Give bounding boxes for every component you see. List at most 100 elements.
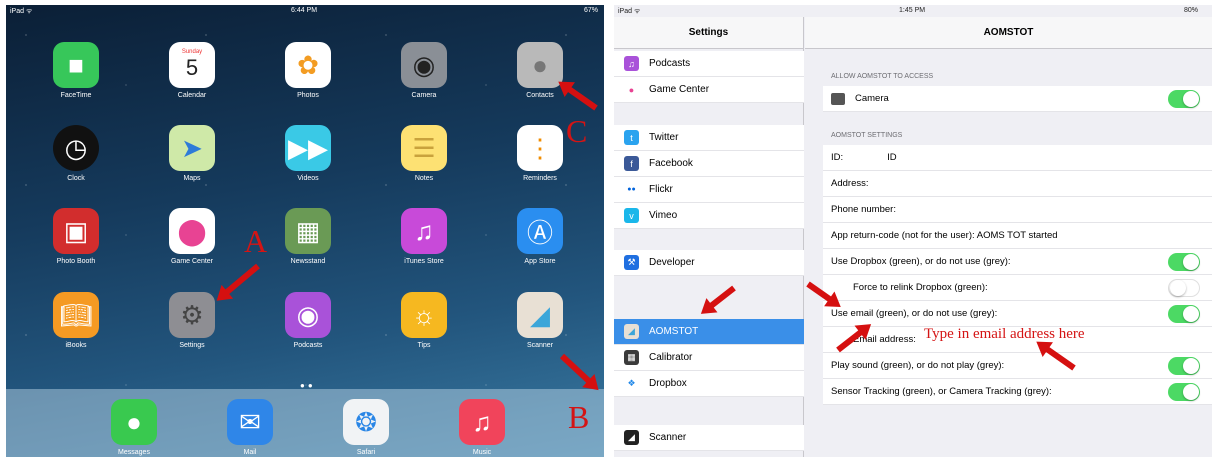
dropbox-use-toggle[interactable] (1168, 253, 1200, 271)
videos-icon: ▶▶ (285, 125, 331, 171)
sidebar-item-flickr[interactable]: ●● Flickr (614, 177, 804, 203)
sidebar-item-dropbox[interactable]: ❖ Dropbox (614, 371, 804, 397)
app-label: Tips (417, 342, 431, 349)
detail-title: AOMSTOT (805, 17, 1212, 49)
app-videos[interactable]: ▶▶ Videos (268, 125, 348, 182)
dropbox-relink-row: Force to relink Dropbox (green): (823, 275, 1212, 301)
dropbox-relink-toggle[interactable] (1168, 279, 1200, 297)
status-bar: iPad ᯤ 6:44 PM 67% (6, 5, 604, 17)
sidebar-item-aomstot[interactable]: ◢ AOMSTOT (614, 319, 804, 345)
app-label: Podcasts (293, 342, 323, 349)
app-game-center[interactable]: ⬤ Game Center (152, 208, 232, 265)
app-calendar[interactable]: Sunday 5 Calendar (152, 42, 232, 99)
reminders-icon: ⋮ (517, 125, 563, 171)
dropbox-use-row: Use Dropbox (green), or do not use (grey… (823, 249, 1212, 275)
camera-icon (831, 92, 845, 105)
game-center-icon: ⬤ (169, 208, 215, 254)
app-facetime[interactable]: ■ FaceTime (36, 42, 116, 99)
calibrator-icon: ▦ (624, 350, 639, 365)
app-maps[interactable]: ➤ Maps (152, 125, 232, 182)
app-label: Notes (414, 175, 434, 182)
ibooks-icon: 📖︎ (53, 292, 99, 338)
app-itunes-store[interactable]: ♫ iTunes Store (384, 208, 464, 265)
sidebar-title: Settings (614, 17, 803, 49)
sidebar-item-calibrator[interactable]: ▦ Calibrator (614, 345, 804, 371)
sidebar-item-scanner[interactable]: ◢ Scanner (614, 425, 804, 451)
app-label: Reminders (523, 175, 557, 182)
phone-label: Phone number: (831, 204, 896, 215)
return-code-row: App return-code (not for the user): AOMS… (823, 223, 1212, 249)
id-field[interactable]: ID (887, 152, 897, 163)
play-sound-toggle[interactable] (1168, 357, 1200, 375)
email-use-toggle[interactable] (1168, 305, 1200, 323)
app-newsstand[interactable]: ▦ Newsstand (268, 208, 348, 265)
app-label: Photos (297, 92, 319, 99)
app-label: FaceTime (60, 92, 92, 99)
id-row: ID: ID (823, 145, 1212, 171)
sidebar-item-label: Dropbox (649, 378, 687, 389)
itunes-store-icon: ♫ (401, 208, 447, 254)
app-label: iBooks (65, 342, 87, 349)
app-camera[interactable]: ◉ Camera (384, 42, 464, 99)
app-clock[interactable]: ◷ Clock (36, 125, 116, 182)
app-music[interactable]: ♫ Music (442, 399, 522, 456)
clock-label: 6:44 PM (291, 7, 318, 14)
app-label: Music (472, 449, 492, 456)
sidebar-item-twitter[interactable]: t Twitter (614, 125, 804, 151)
address-row[interactable]: Address: (823, 171, 1212, 197)
dropbox-relink-label: Force to relink Dropbox (green): (853, 282, 988, 293)
app-messages[interactable]: ● Messages (94, 399, 174, 456)
carrier-label: iPad ᯤ (10, 8, 33, 15)
sidebar-item-podcasts[interactable]: ♫ Podcasts (614, 51, 804, 77)
maps-icon: ➤ (169, 125, 215, 171)
sidebar-item-facebook[interactable]: f Facebook (614, 151, 804, 177)
app-notes[interactable]: ☰ Notes (384, 125, 464, 182)
marker-c: C (566, 113, 588, 149)
contacts-icon: ● (517, 42, 563, 88)
aomstot-settings-header: AOMSTOT SETTINGS (831, 132, 903, 139)
app-label: Messages (118, 449, 150, 456)
app-label: Maps (183, 175, 201, 182)
app-photos[interactable]: ✿ Photos (268, 42, 348, 99)
calendar-date: 5 (185, 55, 199, 80)
notes-icon: ☰ (401, 125, 447, 171)
phone-row[interactable]: Phone number: (823, 197, 1212, 223)
sidebar-item-label: Developer (649, 257, 695, 268)
sidebar-item-vimeo[interactable]: v Vimeo (614, 203, 804, 229)
email-use-label: Use email (green), or do not use (grey): (831, 308, 998, 319)
app-scanner[interactable]: ◢ Scanner (500, 292, 580, 349)
carrier-label: iPad ᯤ (618, 8, 641, 15)
sidebar-item-developer[interactable]: ⚒ Developer (614, 250, 804, 276)
app-label: Photo Booth (56, 258, 96, 265)
sensor-tracking-toggle[interactable] (1168, 383, 1200, 401)
app-app-store[interactable]: Ⓐ App Store (500, 208, 580, 265)
app-label: iTunes Store (404, 258, 444, 265)
app-photo-booth[interactable]: ▣ Photo Booth (36, 208, 116, 265)
app-ibooks[interactable]: 📖︎ iBooks (36, 292, 116, 349)
id-label: ID: (831, 152, 844, 163)
sidebar-item-label: Game Center (649, 84, 710, 95)
podcasts-icon: ♫ (624, 56, 639, 71)
sidebar-item-game-center[interactable]: ● Game Center (614, 77, 804, 103)
marker-a: A (244, 223, 268, 259)
app-mail[interactable]: ✉ Mail (210, 399, 290, 456)
app-label: Videos (297, 175, 319, 182)
app-tips[interactable]: ☼ Tips (384, 292, 464, 349)
settings-detail: AOMSTOT ALLOW AOMSTOT TO ACCESS Camera A… (805, 17, 1212, 457)
dock: ● Messages ✉ Mail ❂ Safari ♫ Music (6, 389, 604, 457)
calendar-icon: Sunday 5 (169, 42, 215, 88)
sidebar-item-label: Flickr (649, 184, 673, 195)
camera-toggle[interactable] (1168, 90, 1200, 108)
play-sound-row: Play sound (green), or do not play (grey… (823, 353, 1212, 379)
app-safari[interactable]: ❂ Safari (326, 399, 406, 456)
settings-icon: ⚙ (169, 292, 215, 338)
podcasts-icon: ◉ (285, 292, 331, 338)
app-podcasts[interactable]: ◉ Podcasts (268, 292, 348, 349)
battery-label: 67% (583, 7, 598, 14)
scanner-icon: ◢ (624, 430, 639, 445)
play-sound-label: Play sound (green), or do not play (grey… (831, 360, 1005, 371)
app-label: App Store (524, 258, 556, 265)
return-code-label: App return-code (not for the user): AOMS… (831, 230, 1058, 241)
battery-label: 80% (1183, 7, 1198, 14)
email-annotation: Type in email address here (924, 326, 1085, 342)
